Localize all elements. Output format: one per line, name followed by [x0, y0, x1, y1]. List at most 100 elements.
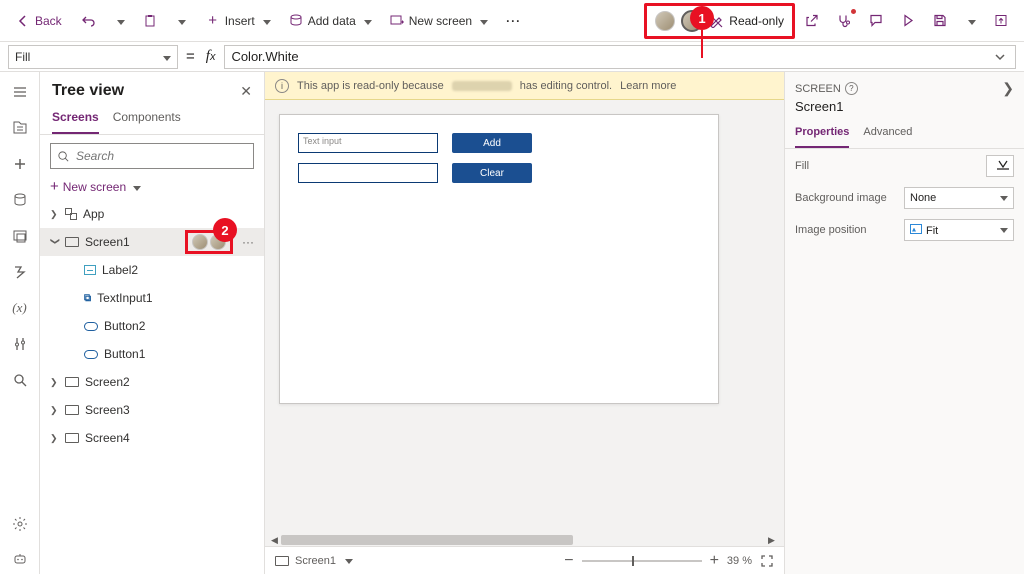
tree-item-button2[interactable]: Button2 — [40, 312, 264, 340]
chevron-down-icon — [965, 14, 976, 28]
chevron-down-icon — [114, 14, 125, 28]
tree-item-screen4[interactable]: ❯ Screen4 — [40, 424, 264, 452]
avatar[interactable] — [655, 11, 675, 31]
zoom-slider[interactable] — [582, 560, 702, 562]
save-menu[interactable] — [957, 7, 984, 35]
tree-item-label: Screen4 — [85, 431, 130, 445]
horizontal-scrollbar[interactable]: ◀ ▶ — [265, 534, 784, 546]
tree-search-input[interactable] — [76, 149, 247, 163]
chevron-right-icon: ❯ — [50, 209, 60, 220]
tree-item-overflow[interactable]: ··· — [238, 235, 258, 249]
save-icon — [933, 14, 947, 28]
stethoscope-icon — [837, 14, 851, 28]
share-button[interactable] — [797, 7, 827, 35]
tree-new-screen-label: New screen — [63, 180, 126, 194]
tree-item-label: Screen2 — [85, 375, 130, 389]
rail-advanced-tools[interactable] — [6, 330, 34, 358]
notification-dot — [851, 9, 856, 14]
tree-item-label: Label2 — [102, 263, 138, 277]
screen-icon — [65, 237, 79, 247]
canvas-button-clear[interactable]: Clear — [452, 163, 532, 183]
rail-data[interactable] — [6, 186, 34, 214]
tree-search[interactable] — [50, 143, 254, 169]
overflow-button[interactable]: ··· — [498, 7, 529, 35]
rail-settings[interactable] — [6, 510, 34, 538]
tab-screens[interactable]: Screens — [52, 104, 99, 134]
undo-menu[interactable] — [106, 7, 133, 35]
fit-to-screen-button[interactable] — [760, 554, 774, 568]
rail-power-automate[interactable] — [6, 258, 34, 286]
data-icon — [289, 14, 303, 28]
canvas-label2[interactable] — [298, 163, 438, 183]
back-button[interactable]: Back — [8, 7, 70, 35]
learn-more-link[interactable]: Learn more — [620, 80, 676, 92]
add-data-label: Add data — [308, 14, 356, 28]
screen-plus-icon — [390, 14, 404, 28]
save-button[interactable] — [925, 7, 955, 35]
tab-components[interactable]: Components — [113, 104, 181, 134]
rail-tree-view[interactable] — [6, 114, 34, 142]
comments-button[interactable] — [861, 7, 891, 35]
fill-color-picker[interactable] — [986, 155, 1014, 177]
image-icon — [910, 224, 922, 234]
chevron-down-icon — [477, 14, 488, 28]
app-checker-button[interactable] — [829, 7, 859, 35]
callout-badge-2: 2 — [213, 218, 237, 242]
scrollbar-track[interactable] — [281, 535, 768, 545]
insert-button[interactable]: + Insert — [198, 7, 279, 35]
help-icon[interactable]: ? — [845, 82, 858, 95]
rail-search[interactable] — [6, 366, 34, 394]
prop-value: Fit — [926, 225, 938, 237]
fx-icon[interactable]: fx — [203, 48, 219, 65]
add-data-button[interactable]: Add data — [281, 7, 380, 35]
paste-button[interactable] — [135, 7, 165, 35]
rail-insert[interactable] — [6, 150, 34, 178]
tree-item-textinput1[interactable]: ⧉TextInput1 — [40, 284, 264, 312]
tree-item-screen3[interactable]: ❯ Screen3 — [40, 396, 264, 424]
panel-expand-button[interactable]: ❯ — [1002, 80, 1014, 97]
publish-button[interactable] — [986, 7, 1016, 35]
new-screen-button[interactable]: New screen — [382, 7, 496, 35]
chevron-down-icon[interactable] — [342, 555, 353, 567]
tab-advanced[interactable]: Advanced — [863, 120, 912, 148]
formula-expand-button[interactable] — [991, 48, 1009, 66]
chevron-down-icon — [997, 192, 1008, 204]
formula-bar: Fill = fx Color.White — [0, 42, 1024, 72]
canvas-viewport[interactable]: Text input Add Clear — [265, 100, 784, 534]
chevron-down-icon — [175, 14, 186, 28]
close-icon[interactable]: ✕ — [240, 83, 252, 100]
status-screen-label: Screen1 — [295, 555, 336, 567]
zoom-in-button[interactable]: + — [710, 552, 719, 570]
property-selector[interactable]: Fill — [8, 45, 178, 69]
status-bar: Screen1 − + 39 % — [265, 546, 784, 574]
tab-properties[interactable]: Properties — [795, 120, 849, 148]
canvas-screen1[interactable]: Text input Add Clear — [279, 114, 719, 404]
formula-input[interactable]: Color.White — [224, 45, 1016, 69]
background-image-select[interactable]: None — [904, 187, 1014, 209]
undo-button[interactable] — [74, 7, 104, 35]
tree-new-screen[interactable]: + New screen — [50, 179, 254, 194]
rail-ask-virtual-agent[interactable] — [6, 546, 34, 574]
zoom-out-button[interactable]: − — [564, 552, 573, 570]
image-position-select[interactable]: Fit — [904, 219, 1014, 241]
rail-media[interactable] — [6, 222, 34, 250]
tree-item-label2[interactable]: Label2 — [40, 256, 264, 284]
scrollbar-thumb[interactable] — [281, 535, 573, 545]
tree-item-label: Button2 — [104, 319, 145, 333]
rail-hamburger[interactable] — [6, 78, 34, 106]
new-screen-label: New screen — [409, 14, 472, 28]
paste-menu[interactable] — [167, 7, 194, 35]
button-icon — [84, 350, 98, 359]
canvas-textinput1[interactable]: Text input — [298, 133, 438, 153]
scroll-right-icon[interactable]: ▶ — [768, 535, 778, 546]
canvas-button-add[interactable]: Add — [452, 133, 532, 153]
formula-text: Color.White — [231, 49, 298, 64]
tree-item-button1[interactable]: Button1 — [40, 340, 264, 368]
scroll-left-icon[interactable]: ◀ — [271, 535, 281, 546]
info-text-prefix: This app is read-only because — [297, 80, 444, 92]
canvas-area: i This app is read-only because has edit… — [265, 72, 784, 574]
rail-variables[interactable]: (x) — [6, 294, 34, 322]
tree-item-screen2[interactable]: ❯ Screen2 — [40, 368, 264, 396]
preview-button[interactable] — [893, 7, 923, 35]
prop-background-image: Background image None — [795, 187, 1014, 209]
